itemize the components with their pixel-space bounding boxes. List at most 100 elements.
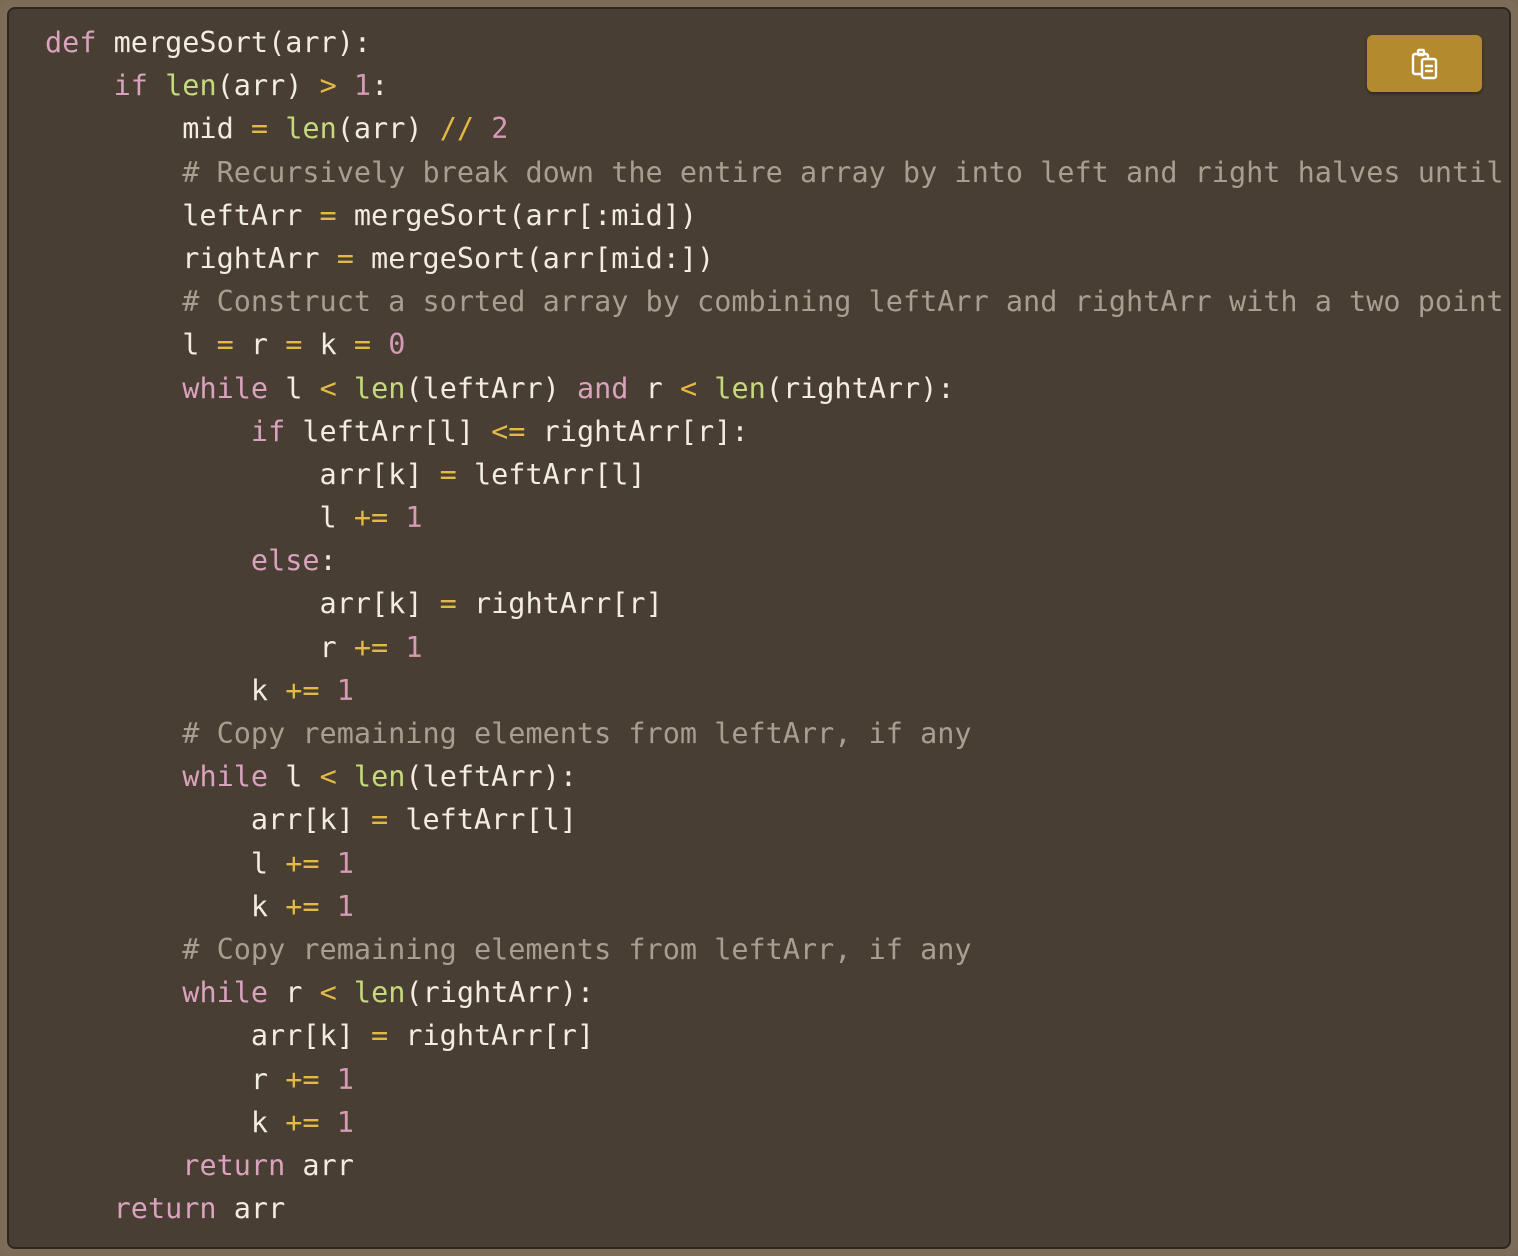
operator-token: = xyxy=(216,328,234,362)
code-text: arr xyxy=(285,1148,354,1182)
code-line: if len(arr) > 1: xyxy=(45,64,1503,107)
keyword-token: if xyxy=(113,69,148,103)
number-token: 0 xyxy=(388,328,406,362)
number-token: 1 xyxy=(336,673,354,707)
code-text: l xyxy=(45,846,286,880)
code-listing[interactable]: def mergeSort(arr): if len(arr) > 1: mid… xyxy=(45,21,1503,1230)
operator-token: = xyxy=(336,241,354,275)
operator-token: = xyxy=(319,198,337,232)
builtin-token: len xyxy=(353,371,406,405)
builtin-token: len xyxy=(285,112,337,146)
code-line: leftArr = mergeSort(arr[:mid]) xyxy=(45,194,1503,237)
operator-token: += xyxy=(285,1105,320,1139)
code-line: k += 1 xyxy=(45,885,1503,928)
operator-token: <= xyxy=(491,414,526,448)
operator-token: > xyxy=(319,69,337,103)
code-text: arr xyxy=(216,1192,286,1226)
code-line: arr[k] = leftArr[l] xyxy=(45,453,1503,496)
operator-token: = xyxy=(371,1019,389,1053)
keyword-token: return xyxy=(182,1148,286,1182)
code-text: (arr) xyxy=(216,69,320,103)
code-line: # Copy remaining elements from leftArr, … xyxy=(45,712,1503,755)
code-line: # Copy remaining elements from leftArr, … xyxy=(45,928,1503,971)
comment-token: # Construct a sorted array by combining … xyxy=(182,285,1504,319)
code-text: r xyxy=(628,371,680,405)
code-text: mergeSort(arr[:mid]) xyxy=(336,198,698,232)
keyword-token: return xyxy=(113,1192,217,1226)
code-text: (arr) xyxy=(336,112,440,146)
code-text: arr[k] xyxy=(45,587,440,621)
operator-token: < xyxy=(319,760,337,794)
code-line: if leftArr[l] <= rightArr[r]: xyxy=(45,410,1503,453)
code-line: k += 1 xyxy=(45,669,1503,712)
code-text: l xyxy=(45,328,217,362)
operator-token: = xyxy=(353,328,372,362)
operator-token: // xyxy=(439,112,475,146)
code-text: r xyxy=(45,1062,286,1096)
code-line: # Recursively break down the entire arra… xyxy=(45,151,1503,194)
operator-token: += xyxy=(285,1062,320,1096)
keyword-token: if xyxy=(250,414,286,448)
builtin-token: len xyxy=(165,69,217,103)
number-token: 1 xyxy=(336,1105,354,1139)
keyword-token: while xyxy=(182,371,269,405)
code-line: l += 1 xyxy=(45,496,1503,539)
code-line: return arr xyxy=(45,1144,1503,1187)
code-text: k xyxy=(302,328,354,362)
code-text: l xyxy=(45,501,354,535)
code-text: r xyxy=(45,630,354,664)
code-text: leftArr[l] xyxy=(388,803,577,837)
code-text: leftArr[l] xyxy=(456,457,646,491)
code-text: mid xyxy=(45,112,251,146)
code-text: mergeSort(arr[mid:]) xyxy=(353,241,715,275)
code-text: l xyxy=(268,371,320,405)
operator-token: += xyxy=(285,846,320,880)
code-text: rightArr[r]: xyxy=(525,414,749,448)
number-token: 1 xyxy=(336,846,354,880)
code-text: (leftArr) xyxy=(405,371,577,405)
code-text: (rightArr): xyxy=(405,976,595,1010)
number-token: 1 xyxy=(405,630,423,664)
operator-token: += xyxy=(353,630,389,664)
code-line: while l < len(leftArr) and r < len(right… xyxy=(45,367,1503,410)
code-text: leftArr[l] xyxy=(285,414,492,448)
keyword-token: else xyxy=(250,544,320,578)
builtin-token: len xyxy=(353,976,406,1010)
code-line: l += 1 xyxy=(45,842,1503,885)
comment-token: # Copy remaining elements from leftArr, … xyxy=(182,717,972,750)
code-text: leftArr xyxy=(45,198,320,232)
builtin-token: len xyxy=(714,371,766,405)
code-text: arr[k] xyxy=(45,457,440,491)
operator-token: = xyxy=(250,112,269,146)
code-text: k xyxy=(45,673,286,707)
code-line: arr[k] = rightArr[r] xyxy=(45,1014,1503,1057)
clipboard-icon xyxy=(1411,48,1437,79)
copy-code-button[interactable] xyxy=(1367,35,1482,92)
number-token: 1 xyxy=(336,889,354,923)
code-text: rightArr xyxy=(45,241,337,275)
operator-token: < xyxy=(319,976,337,1010)
operator-token: < xyxy=(679,371,698,405)
operator-token: = xyxy=(371,803,389,837)
code-text: l xyxy=(268,760,320,794)
code-text: k xyxy=(45,1105,286,1139)
